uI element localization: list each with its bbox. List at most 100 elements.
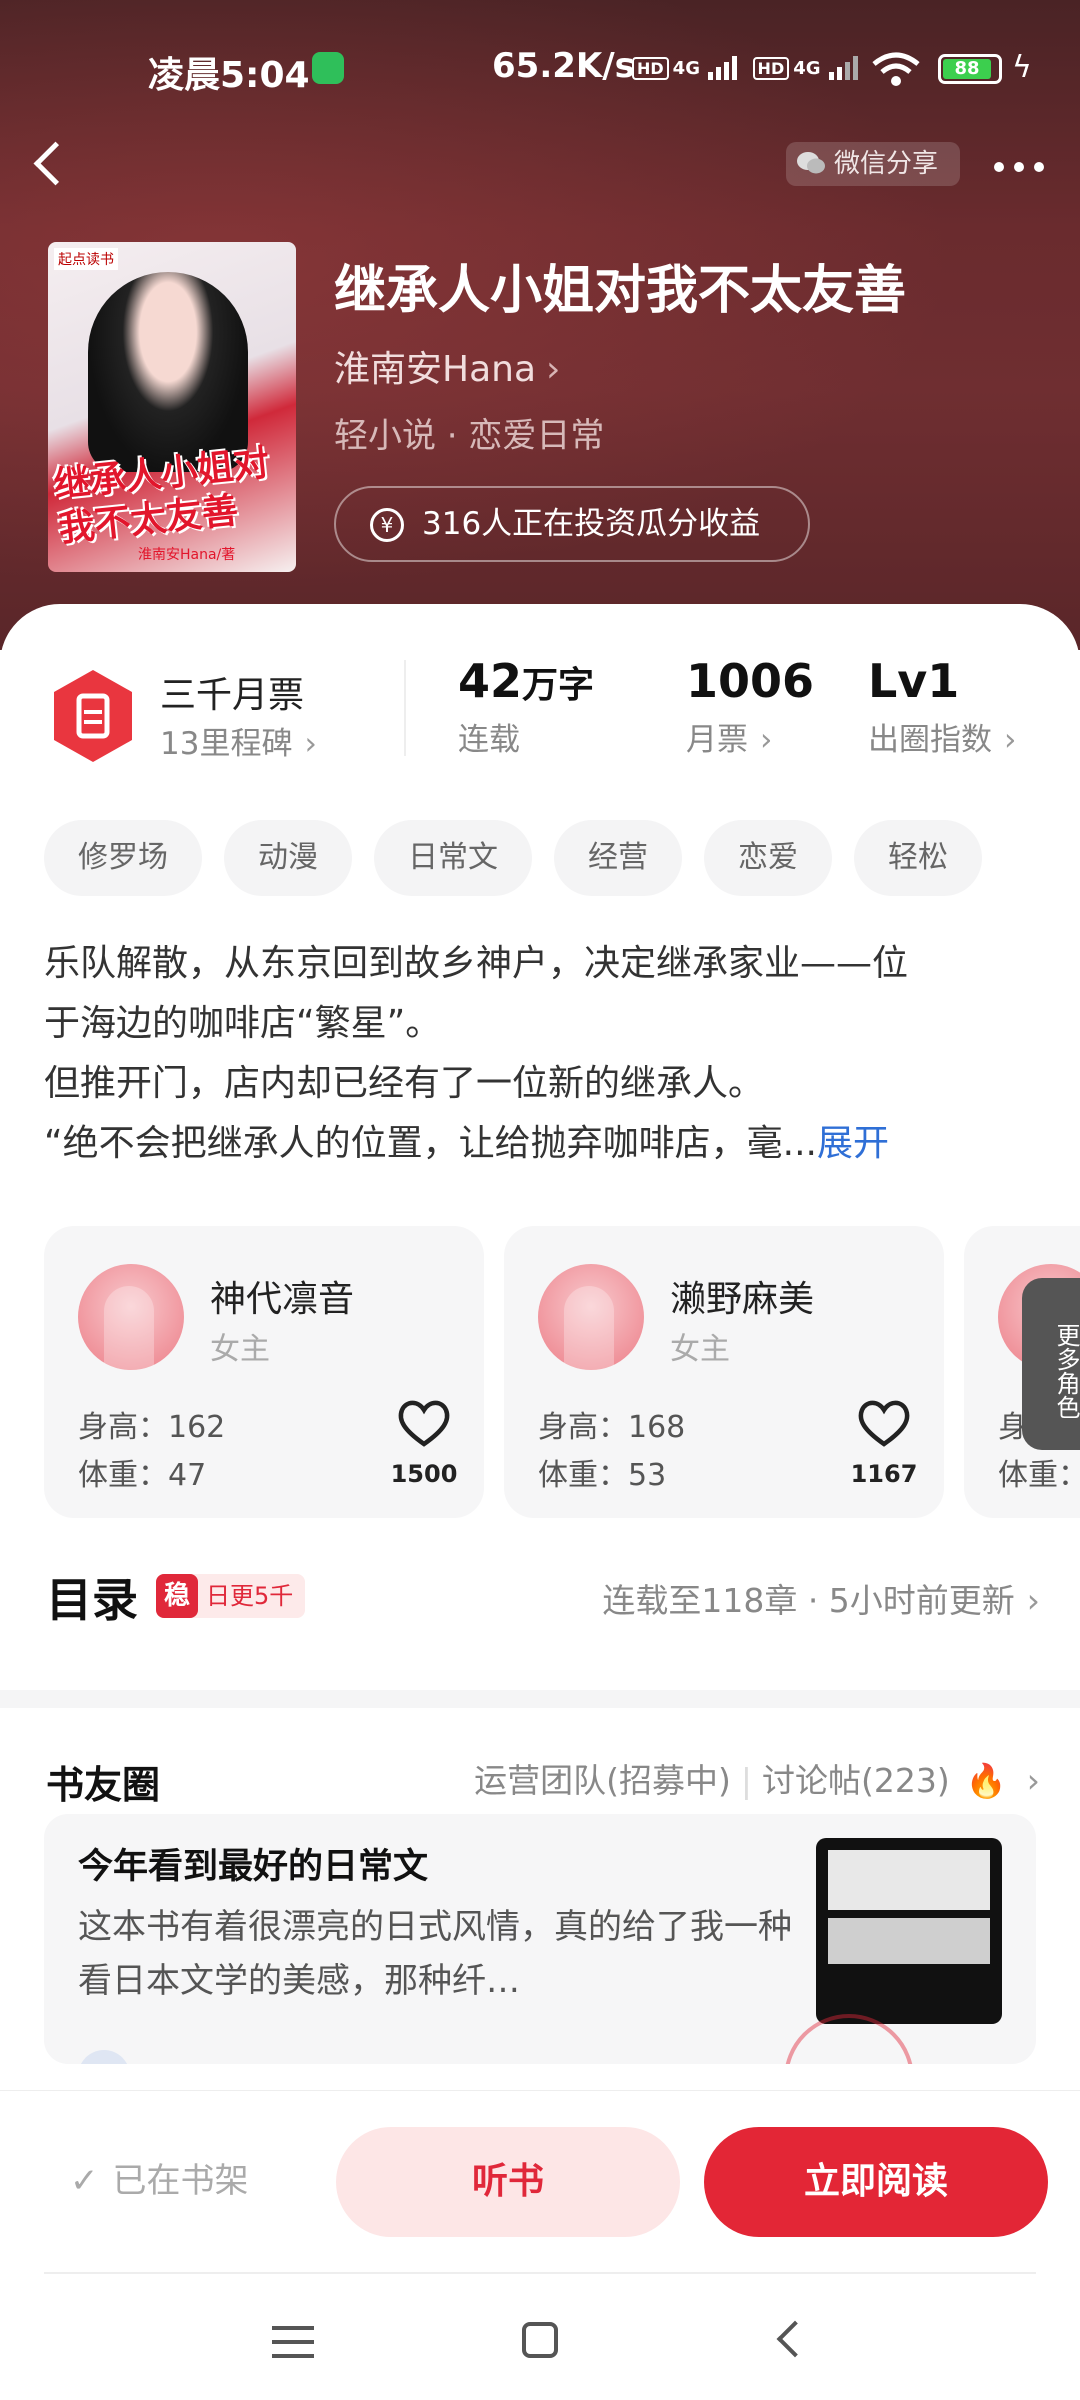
monthly-ticket-value: 1006 <box>686 654 815 708</box>
character-height: 身高：162 <box>78 1410 226 1445</box>
chevron-right-icon: › <box>760 722 773 758</box>
signal-icon-1 <box>708 56 738 80</box>
invest-label: 316人正在投资瓜分收益 <box>422 506 761 542</box>
expand-link[interactable]: 展开 <box>817 1123 889 1164</box>
on-shelf-label: 已在书架 <box>112 2161 249 2201</box>
milestone-sub-text: 13里程碑 <box>160 726 293 762</box>
character-name: 神代凛音 <box>210 1279 355 1320</box>
chevron-right-icon: › <box>1026 1581 1040 1620</box>
battery-icon: 88 <box>938 54 1002 84</box>
description-line: 乐队解散，从东京回到故乡神户，决定继承家业——位 <box>44 943 909 984</box>
character-weight: 体重：53 <box>538 1458 667 1493</box>
character-likes: 1167 <box>850 1460 918 1488</box>
invest-button[interactable]: ¥ 316人正在投资瓜分收益 <box>334 486 810 562</box>
ops-team-link[interactable]: 运营团队(招募中) <box>474 1761 731 1800</box>
character-avatar <box>78 1264 184 1370</box>
post-title: 今年看到最好的日常文 <box>78 1847 429 1887</box>
chevron-right-icon: › <box>1004 722 1017 758</box>
post-body: 这本书有着很漂亮的日式风情，真的给了我一种看日本文学的美感，那种纤… <box>78 1907 792 2001</box>
book-friends-title: 书友圈 <box>46 1763 161 1807</box>
app-notification-icon <box>312 52 344 84</box>
featured-post[interactable]: 今年看到最好的日常文 这本书有着很漂亮的日式风情，真的给了我一种看日本文学的美感… <box>44 1814 1036 2064</box>
description-line: 于海边的咖啡店“繁星”。 <box>44 1003 442 1044</box>
book-description: 乐队解散，从东京回到故乡神户，决定继承家业——位 于海边的咖啡店“繁星”。 但推… <box>44 934 1040 1174</box>
word-count-value: 42 <box>458 654 523 708</box>
daily-update-label: 日更5千 <box>206 1582 294 1610</box>
word-count-unit: 万字 <box>522 665 595 706</box>
milestone-sub[interactable]: 13里程碑 › <box>160 718 317 763</box>
heart-icon[interactable] <box>396 1398 452 1448</box>
book-title: 继承人小姐对我不太友善 <box>334 260 907 321</box>
more-characters-button[interactable]: 更多角色 <box>1022 1278 1080 1450</box>
character-name: 濑野麻美 <box>670 1279 815 1320</box>
monthly-ticket-stat[interactable]: 1006 月票 › <box>686 654 814 759</box>
tag-chip[interactable]: 修罗场 <box>44 820 202 896</box>
heart-icon[interactable] <box>856 1398 912 1448</box>
tag-chip[interactable]: 轻松 <box>854 820 982 896</box>
wifi-icon <box>872 52 920 86</box>
read-now-button[interactable]: 立即阅读 <box>704 2127 1048 2237</box>
description-line: 但推开门，店内却已经有了一位新的继承人。 <box>44 1063 765 1104</box>
nav-divider <box>44 2272 1036 2274</box>
book-friends-links: 运营团队(招募中) | 讨论帖(223) 🔥 › <box>474 1754 1040 1802</box>
stable-stamp: 稳 <box>156 1574 198 1618</box>
signal-icon-2 <box>828 56 858 80</box>
system-back-icon[interactable] <box>776 2320 814 2358</box>
hd-badge-2: HD <box>752 57 790 80</box>
popularity-label: 出圈指数 <box>868 722 992 758</box>
chevron-right-icon[interactable]: › <box>1027 1761 1040 1800</box>
catalog-info[interactable]: 连载至118章 · 5小时前更新 › <box>602 1574 1040 1622</box>
monthly-ticket-label: 月票 <box>686 722 748 758</box>
popularity-stat[interactable]: Lv1 出圈指数 › <box>868 654 1016 759</box>
fire-icon: 🔥 <box>965 1761 1007 1800</box>
signal-indicators: HD 4G HD 4G <box>632 54 867 80</box>
word-count-label: 连载 <box>458 722 520 758</box>
status-bar: 凌晨5:04 65.2K/s HD 4G HD 4G 88 ϟ <box>0 38 1080 98</box>
status-time: 凌晨5:04 <box>148 55 310 96</box>
book-genre: 轻小说 · 恋爱日常 <box>334 416 605 456</box>
book-cover[interactable]: 起点读书 继承人小姐对我不太友善 淮南安Hana/著 <box>48 242 296 572</box>
catalog-title[interactable]: 目录 <box>46 1564 138 1630</box>
character-weight: 体重： <box>998 1458 1080 1493</box>
link-separator: | <box>740 1761 752 1800</box>
cover-title: 继承人小姐对我不太友善 <box>52 442 272 550</box>
character-likes: 1500 <box>390 1460 458 1488</box>
description-line: “绝不会把继承人的位置，让给抛弃咖啡店，毫... <box>44 1123 817 1164</box>
cover-author: 淮南安Hana/著 <box>138 547 236 563</box>
word-count-stat: 42万字 连载 <box>458 654 594 759</box>
dot-icon <box>1014 162 1024 172</box>
wechat-icon <box>797 152 825 174</box>
wechat-share-button[interactable]: 微信分享 <box>786 142 960 186</box>
bottom-action-bar: ✓ 已在书架 听书 立即阅读 <box>0 2090 1080 2278</box>
avatar <box>78 2050 130 2064</box>
monthly-ticket-icon <box>54 670 132 762</box>
character-weight: 体重：47 <box>78 1458 207 1493</box>
tag-chip[interactable]: 经营 <box>554 820 682 896</box>
tag-chip[interactable]: 恋爱 <box>704 820 832 896</box>
more-options-button[interactable] <box>988 150 1052 180</box>
discussion-link[interactable]: 讨论帖(223) <box>762 1761 950 1800</box>
on-shelf-indicator[interactable]: ✓ 已在书架 <box>70 2153 249 2202</box>
author-link[interactable]: 淮南安Hana <box>334 340 560 392</box>
yuan-coin-icon: ¥ <box>370 508 404 542</box>
network-speed: 65.2K/s <box>492 46 635 86</box>
character-card[interactable]: 神代凛音 女主 身高：162 体重：47 1500 <box>44 1226 484 1518</box>
back-button[interactable] <box>26 134 76 194</box>
catalog-status: 连载至118章 · 5小时前更新 <box>602 1581 1015 1620</box>
cover-illustration <box>88 272 248 472</box>
tag-chip[interactable]: 日常文 <box>374 820 532 896</box>
section-separator <box>0 1690 1080 1708</box>
character-carousel[interactable]: 神代凛音 女主 身高：162 体重：47 1500 濑野麻美 女主 身高：168… <box>44 1226 1080 1518</box>
tag-chip[interactable]: 动漫 <box>224 820 352 896</box>
character-role: 女主 <box>210 1332 270 1367</box>
listen-button[interactable]: 听书 <box>336 2127 680 2237</box>
recent-apps-icon[interactable] <box>272 2326 314 2358</box>
post-username: 吞虫皮 <box>144 2054 246 2064</box>
milestone-title[interactable]: 三千月票 <box>160 666 304 718</box>
character-card[interactable]: 濑野麻美 女主 身高：168 体重：53 1167 <box>504 1226 944 1518</box>
character-avatar <box>538 1264 644 1370</box>
update-badge: 稳日更5千 <box>156 1574 306 1618</box>
home-icon[interactable] <box>522 2322 558 2358</box>
character-height: 身高：168 <box>538 1410 686 1445</box>
battery-level: 88 <box>943 59 991 79</box>
